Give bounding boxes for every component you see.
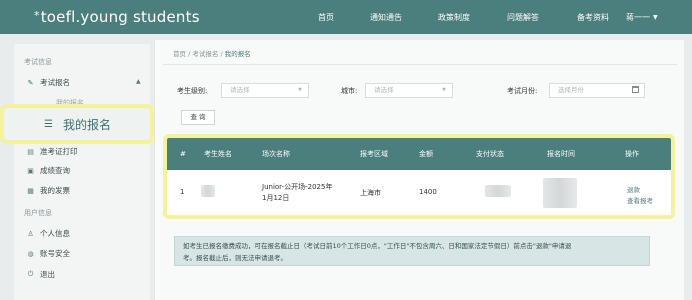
chevron-down-icon: ▼ xyxy=(298,87,302,93)
chevron-up-icon[interactable]: ▲ xyxy=(136,78,141,85)
calendar-icon xyxy=(632,86,639,93)
list-icon: ☰ xyxy=(44,118,53,130)
notice-line1: 如考生已报名缴费成功，可在报名截止日（考试日前10个工作日0点，"工作日"不包含… xyxy=(183,242,572,250)
row-amount: 1400 xyxy=(419,188,437,196)
col-session: 场次名称 xyxy=(262,150,290,158)
level-select[interactable]: 请选择 ▼ xyxy=(221,83,309,98)
breadcrumb-current: 我的报名 xyxy=(224,50,251,58)
logo-mark: * xyxy=(34,9,40,22)
sidebar-item-label: 考试报名 xyxy=(40,78,70,87)
city-select[interactable]: 请选择 ▼ xyxy=(365,83,453,98)
sidebar-item-label: 账号安全 xyxy=(40,249,70,258)
city-placeholder: 请选择 xyxy=(374,86,394,94)
col-payment-status: 支付状态 xyxy=(476,150,504,158)
refund-notice: 如考生已报名缴费成功，可在报名截止日（考试日前10个工作日0点，"工作日"不包含… xyxy=(174,236,650,266)
session-name-line1: Junior-公开场-2025年 xyxy=(262,183,333,191)
sidebar-item-profile[interactable]: ♙ 个人信息 xyxy=(26,228,70,239)
col-amount: 金额 xyxy=(419,150,433,158)
chevron-down-icon: ▼ xyxy=(653,13,658,21)
level-placeholder: 请选择 xyxy=(230,86,250,94)
breadcrumb-parent[interactable]: 考试报名 xyxy=(192,50,218,58)
sidebar-item-label: 成绩查询 xyxy=(40,166,70,175)
sidebar-item-label: 我的发票 xyxy=(40,186,70,195)
sidebar-item-label: 准考证打印 xyxy=(40,147,78,156)
sidebar-item-logout[interactable]: ⏻ 退出 xyxy=(26,269,55,280)
sidebar-item-exam-signup[interactable]: ✎ 考试报名 xyxy=(26,77,70,88)
invoice-icon: ▦ xyxy=(27,186,34,195)
month-picker[interactable]: 选择月份 xyxy=(549,83,645,98)
logo-text: toefl.young students xyxy=(40,8,200,26)
sidebar-item-invoice[interactable]: ▦ 我的发票 xyxy=(26,185,70,196)
user-name: 蒋一一 xyxy=(626,12,650,22)
top-navbar: *toefl.young students 首页 通知通告 政策制度 问题解答 … xyxy=(0,0,692,34)
ticket-icon: ▤ xyxy=(27,147,34,156)
session-name-line2: 1月12日 xyxy=(262,194,290,202)
row-index: 1 xyxy=(180,188,185,196)
sidebar-item-admission-ticket[interactable]: ▤ 准考证打印 xyxy=(26,146,78,157)
refund-link[interactable]: 退款 xyxy=(627,184,640,194)
breadcrumb-separator: / xyxy=(188,50,191,58)
nav-home[interactable]: 首页 xyxy=(318,12,334,23)
chevron-down-icon: ▼ xyxy=(442,87,446,93)
sidebar-item-my-registration[interactable]: ☰ 我的报名 xyxy=(0,104,154,144)
nav-policies[interactable]: 政策制度 xyxy=(438,12,470,23)
sidebar-item-account-security[interactable]: ◍ 账号安全 xyxy=(26,248,70,259)
sidebar-item-label: 退出 xyxy=(40,270,55,279)
edit-icon: ✎ xyxy=(27,78,34,87)
breadcrumb: 首页 / 考试报名 / 我的报名 xyxy=(173,48,251,58)
redacted-name xyxy=(201,185,215,197)
sidebar-item-label: 个人信息 xyxy=(40,229,70,238)
nav-notices[interactable]: 通知通告 xyxy=(370,12,402,23)
redacted-payment-status xyxy=(485,185,511,197)
table-row: 1 Junior-公开场-2025年 1月12日 上海市 1400 退款 查看报… xyxy=(167,170,671,215)
registration-table: # 考生姓名 场次名称 报考区域 金额 支付状态 报名时间 操作 1 Junio… xyxy=(163,134,675,219)
city-label: 城市: xyxy=(341,87,358,95)
breadcrumb-separator: / xyxy=(220,50,223,58)
divider xyxy=(163,64,677,65)
col-name: 考生姓名 xyxy=(204,150,232,158)
row-region: 上海市 xyxy=(360,189,381,197)
level-label: 考生级别: xyxy=(177,87,208,95)
sidebar-group-exam: 考试信息 xyxy=(24,58,52,66)
col-region: 报考区域 xyxy=(360,150,388,158)
query-button[interactable]: 查 询 xyxy=(181,110,215,125)
col-index: # xyxy=(180,150,186,158)
redacted-registration-time xyxy=(543,178,577,208)
nav-faq[interactable]: 问题解答 xyxy=(507,12,539,23)
shield-icon: ◍ xyxy=(27,249,34,258)
month-placeholder: 选择月份 xyxy=(558,86,584,94)
sidebar-item-score-query[interactable]: ▣ 成绩查询 xyxy=(26,165,70,176)
view-registration-link[interactable]: 查看报考 xyxy=(627,195,653,205)
sidebar-item-label: 我的报名 xyxy=(62,117,111,132)
site-logo[interactable]: *toefl.young students xyxy=(34,8,200,26)
document-icon: ▣ xyxy=(27,166,34,175)
sidebar-group-user: 用户信息 xyxy=(24,209,52,217)
notice-line2: 考。报名截止后，则无法申请退考。 xyxy=(183,254,287,262)
table-header: # 考生姓名 场次名称 报考区域 金额 支付状态 报名时间 操作 xyxy=(167,138,671,170)
breadcrumb-home[interactable]: 首页 xyxy=(173,50,186,58)
logout-icon: ⏻ xyxy=(27,270,34,278)
user-icon: ♙ xyxy=(27,229,34,238)
user-menu[interactable]: 蒋一一 ▼ xyxy=(626,0,658,34)
col-registration-time: 报名时间 xyxy=(547,150,575,158)
col-actions: 操作 xyxy=(625,150,639,158)
nav-materials[interactable]: 备考资料 xyxy=(577,12,609,23)
month-label: 考试月份: xyxy=(507,87,538,95)
